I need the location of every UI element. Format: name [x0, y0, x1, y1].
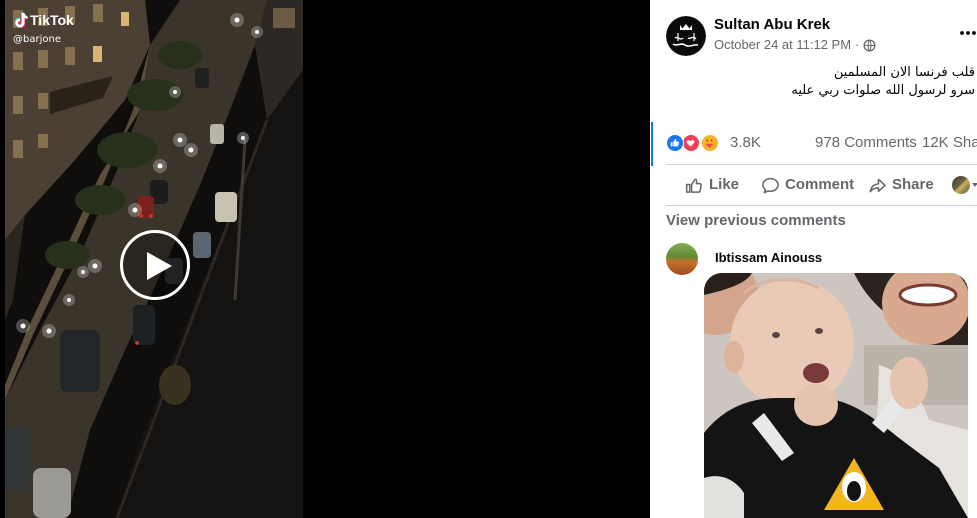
play-button[interactable] — [120, 230, 190, 300]
divider — [666, 164, 977, 165]
shares-count[interactable]: 12K Shar — [922, 134, 977, 152]
author-avatar-image — [666, 16, 706, 56]
tiktok-brand-label: TikTok — [30, 12, 74, 28]
gif-image — [704, 273, 968, 518]
divider — [666, 205, 977, 206]
video-player[interactable]: TikTok @barjone — [5, 0, 303, 518]
meta-separator: · — [855, 37, 860, 52]
media-viewer: TikTok @barjone — [0, 0, 650, 518]
play-icon — [147, 252, 172, 280]
view-previous-comments-link[interactable]: View previous comments — [666, 212, 846, 230]
comment-as-selector[interactable] — [952, 175, 977, 195]
share-button[interactable]: Share — [892, 176, 934, 194]
facebook-post-viewer: TikTok @barjone Sultan Abu Krek October … — [0, 0, 977, 518]
post-text: قلب فرنسا الان المسلمين سرو لرسول الله ص… — [685, 64, 975, 100]
focus-indicator — [651, 122, 653, 166]
comments-count[interactable]: 978 Comments — [815, 134, 917, 152]
post-text-line: سرو لرسول الله صلوات ربي عليه — [791, 83, 975, 98]
post-text-line: قلب فرنسا الان المسلمين — [833, 65, 975, 80]
commenter-avatar[interactable] — [666, 243, 698, 275]
comment-button[interactable]: Comment — [785, 176, 854, 194]
reaction-count[interactable]: 3.8K — [730, 134, 761, 152]
post-timestamp[interactable]: October 24 at 11:12 PM — [714, 37, 851, 53]
like-button[interactable]: Like — [709, 176, 739, 194]
post-meta: October 24 at 11:12 PM · — [714, 37, 876, 53]
love-reaction-icon[interactable] — [682, 134, 700, 152]
globe-icon[interactable] — [863, 38, 876, 52]
like-reaction-icon[interactable] — [666, 134, 684, 152]
commenter-name[interactable]: Ibtissam Ainouss — [715, 250, 822, 266]
current-user-avatar — [952, 176, 970, 194]
tiktok-note-icon — [14, 12, 28, 28]
share-icon[interactable] — [868, 176, 887, 195]
comment-gif-attachment[interactable] — [704, 273, 968, 518]
author-avatar[interactable] — [666, 16, 706, 56]
care-reaction-icon[interactable] — [701, 134, 719, 152]
chevron-down-icon — [972, 183, 977, 187]
tiktok-handle: @barjone — [13, 34, 61, 45]
more-options-icon[interactable] — [956, 29, 976, 37]
comment-icon[interactable] — [761, 176, 780, 195]
post-author-name[interactable]: Sultan Abu Krek — [714, 16, 830, 34]
post-panel: Sultan Abu Krek October 24 at 11:12 PM ·… — [650, 0, 977, 518]
tiktok-watermark: TikTok — [14, 10, 74, 30]
like-icon[interactable] — [684, 176, 703, 195]
